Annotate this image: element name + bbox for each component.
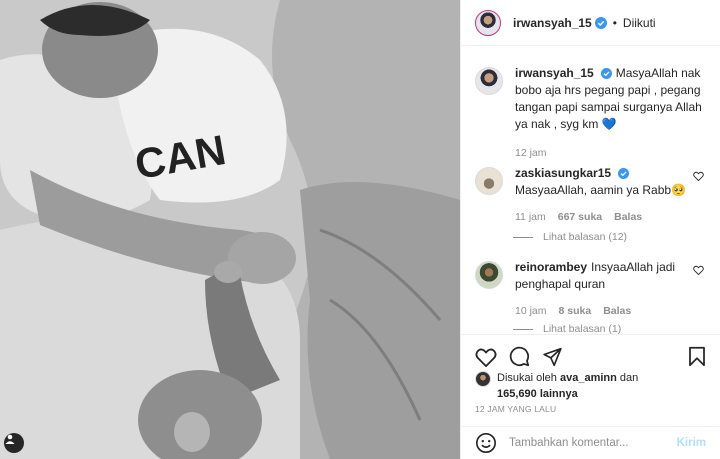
comments-list[interactable]: irwansyah_15 MasyaAllah nak bobo aja hrs … [461, 47, 720, 334]
comment-input[interactable] [509, 437, 677, 449]
view-replies[interactable]: Lihat balasan (1) [513, 323, 621, 334]
comment-text: MasyaaAllah, aamin ya Rabb🥺 [515, 183, 687, 197]
heart-icon [475, 348, 497, 367]
comment-item: reinorambey InsyaaAllah jadi penghapal qu… [461, 259, 720, 320]
comment-button[interactable] [509, 346, 530, 367]
reply-button[interactable]: Balas [614, 209, 642, 226]
photo-illustration: CAN [0, 0, 460, 459]
post-side-panel: irwansyah_15 • Diikuti irwansyah_15 Masya… [460, 0, 720, 459]
commenter-avatar[interactable] [475, 261, 503, 289]
paper-plane-icon [543, 347, 562, 366]
comment-time[interactable]: 11 jam [515, 209, 546, 226]
reply-button[interactable]: Balas [603, 303, 631, 320]
post-photo[interactable]: CAN [0, 0, 460, 459]
comment-likes[interactable]: 8 suka [559, 303, 592, 320]
likes-summary: Disukai oleh ava_aminn dan 165,690 lainn… [475, 370, 706, 402]
likes-count[interactable]: 165,690 lainnya [497, 388, 578, 400]
commenter-avatar[interactable] [475, 167, 503, 195]
like-button[interactable] [475, 347, 497, 367]
commenter-username[interactable]: reinorambey [515, 260, 587, 274]
caption-author-avatar[interactable] [475, 67, 503, 95]
comment-bubble-icon [509, 346, 530, 367]
comment-likes[interactable]: 667 suka [558, 209, 602, 226]
emoji-icon[interactable] [475, 432, 497, 454]
replies-line [513, 236, 533, 238]
verified-badge-icon [618, 168, 630, 179]
post-header: irwansyah_15 • Diikuti [461, 0, 720, 46]
comment-time[interactable]: 10 jam [515, 303, 547, 320]
person-icon [5, 434, 15, 444]
comment-item: zaskiasungkar15 MasyaaAllah, aamin ya Rab… [461, 165, 720, 226]
tag-user-button[interactable] [4, 433, 24, 453]
post-timestamp[interactable]: 12 JAM YANG LALU [475, 404, 556, 414]
comment-composer: Kirim [461, 426, 720, 459]
caption-author-username[interactable]: irwansyah_15 [515, 66, 594, 80]
caption-time[interactable]: 12 jam [515, 145, 547, 162]
view-replies-label[interactable]: Lihat balasan (1) [543, 323, 621, 334]
save-button[interactable] [688, 346, 706, 367]
view-replies[interactable]: Lihat balasan (12) [513, 231, 627, 243]
like-comment-heart-icon[interactable] [693, 171, 704, 181]
verified-badge-icon [600, 68, 612, 79]
likes-connector: dan [619, 372, 639, 384]
replies-line [513, 328, 533, 330]
commenter-username[interactable]: zaskiasungkar15 [515, 166, 611, 180]
likes-prefix: Disukai oleh [497, 372, 557, 384]
separator-dot: • [612, 15, 617, 30]
view-replies-label[interactable]: Lihat balasan (12) [543, 231, 627, 243]
caption: irwansyah_15 MasyaAllah nak bobo aja hrs … [461, 65, 720, 162]
liker-username[interactable]: ava_aminn [560, 372, 617, 384]
share-button[interactable] [542, 347, 563, 367]
liker-avatar[interactable] [475, 371, 491, 387]
bookmark-icon [689, 346, 705, 367]
verified-badge-icon [594, 16, 607, 29]
author-username[interactable]: irwansyah_15 [513, 16, 592, 30]
author-avatar[interactable] [475, 9, 501, 36]
follow-button[interactable]: Diikuti [623, 16, 656, 30]
post-comment-button[interactable]: Kirim [677, 437, 706, 449]
like-comment-heart-icon[interactable] [693, 265, 704, 275]
